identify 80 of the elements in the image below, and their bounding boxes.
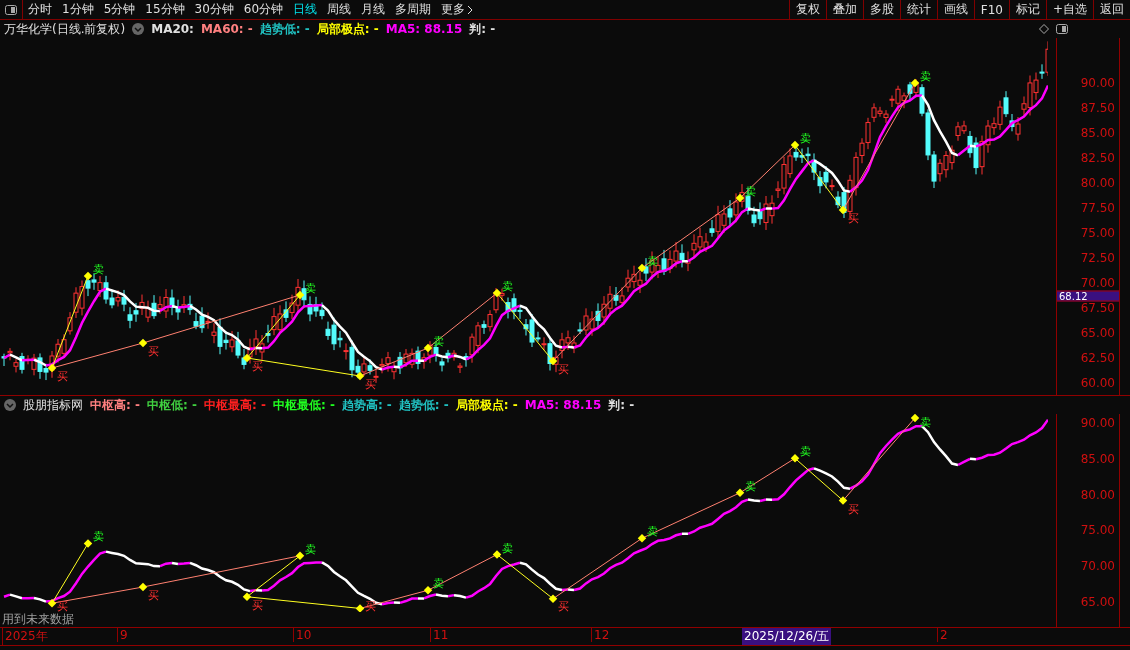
date-axis-label: 12 — [591, 628, 610, 642]
legend-value: MA5: 88.15 — [524, 398, 602, 412]
legend-value: MA20: — [151, 22, 194, 36]
legend-value: 中枢最高: - — [203, 396, 266, 414]
signal-label: 买 — [848, 502, 859, 516]
period-tab[interactable]: 15分钟 — [140, 0, 190, 19]
date-axis-label: 2 — [937, 628, 948, 642]
price-axis-label: 72.50 — [1080, 251, 1115, 265]
price-axis-label: 85.00 — [1080, 126, 1115, 140]
signal-label: 买 — [148, 589, 159, 602]
legend-value: MA60: - — [200, 22, 253, 36]
indicator-axis-label: 90.00 — [1080, 416, 1115, 430]
signal-label: 卖 — [920, 70, 931, 83]
period-tab[interactable]: 分时 — [23, 0, 57, 19]
legend-value: 局部极点: - — [316, 20, 379, 38]
legend-value: 中枢高: - — [90, 396, 140, 414]
indicator-title: 股朋指标网 — [23, 396, 83, 414]
indicator-axis-label: 75.00 — [1080, 523, 1115, 538]
period-tab[interactable]: 60分钟 — [238, 0, 289, 19]
signal-label: 卖 — [433, 335, 444, 348]
signal-label: 卖 — [647, 255, 658, 268]
signal-label: 卖 — [800, 445, 811, 459]
signal-label: 买 — [558, 363, 569, 376]
legend-value: 判: - — [608, 396, 635, 414]
period-tab[interactable]: 1分钟 — [57, 0, 99, 19]
signal-label: 卖 — [920, 416, 931, 429]
signal-label: 买 — [848, 212, 859, 225]
price-axis-label: 65.00 — [1080, 326, 1115, 340]
price-axis-label: 82.50 — [1080, 151, 1115, 165]
period-tab[interactable]: 5分钟 — [98, 0, 141, 19]
signal-label: 买 — [365, 378, 376, 391]
price-axis-label: 62.50 — [1080, 351, 1115, 365]
indicator-axis-label: 80.00 — [1080, 487, 1115, 502]
price-axis-label: 60.00 — [1080, 376, 1115, 390]
legend-value: MA5: 88.15 — [385, 22, 463, 36]
signal-label: 卖 — [502, 541, 513, 555]
price-axis-label: 75.00 — [1080, 226, 1115, 240]
signal-label: 买 — [148, 345, 159, 358]
legend-value: 中枢低: - — [146, 396, 197, 414]
indicator-axis-label: 85.00 — [1080, 451, 1115, 466]
cursor-date-label: 2025/12/26/五 — [742, 628, 832, 645]
legend-value: 趋势低: - — [398, 396, 449, 414]
legend-value: 判: - — [469, 20, 496, 38]
signal-label: 卖 — [93, 263, 104, 276]
indicator-axis-label: 65.00 — [1080, 595, 1115, 609]
signal-label: 卖 — [745, 185, 756, 198]
current-price-tag: 68.12 — [1057, 290, 1119, 301]
price-axis-label: 90.00 — [1080, 76, 1115, 90]
signal-label: 卖 — [305, 282, 316, 295]
signal-label: 卖 — [93, 530, 104, 544]
price-axis-label: 80.00 — [1080, 176, 1115, 190]
signal-label: 买 — [57, 370, 68, 383]
date-axis-label: 2025年 — [2, 628, 48, 645]
signal-label: 买 — [558, 600, 569, 612]
signal-label: 卖 — [305, 542, 316, 556]
signal-label: 买 — [57, 600, 68, 612]
period-tab[interactable]: 周线 — [322, 0, 357, 19]
indicator-axis-label: 70.00 — [1080, 559, 1115, 574]
legend-value: 趋势高: - — [341, 396, 392, 414]
period-tab[interactable]: 月线 — [356, 0, 391, 19]
period-tab[interactable]: 更多 — [436, 0, 479, 19]
period-tab[interactable]: 日线 — [288, 0, 323, 19]
period-tab[interactable]: 30分钟 — [189, 0, 239, 19]
date-axis-label: 11 — [430, 628, 449, 642]
signal-label: 买 — [252, 598, 263, 612]
warning-note: 用到未来数据 — [2, 612, 74, 627]
price-axis-label: 67.50 — [1080, 301, 1115, 315]
signal-label: 卖 — [800, 132, 811, 145]
signal-label: 卖 — [502, 280, 513, 293]
price-axis-label: 70.00 — [1080, 276, 1115, 290]
date-axis-label: 10 — [293, 628, 312, 642]
price-axis-label: 87.50 — [1080, 101, 1115, 115]
date-axis-label: 9 — [117, 628, 128, 642]
legend-value: 局部极点: - — [455, 396, 518, 414]
period-tab[interactable]: 多周期 — [390, 0, 437, 19]
legend-value: 趋势低: - — [259, 20, 310, 38]
legend-value: 中枢最低: - — [272, 396, 335, 414]
price-axis-label: 77.50 — [1080, 201, 1115, 215]
chart-title: 万华化学(日线.前复权) — [4, 20, 126, 38]
signal-label: 买 — [252, 360, 263, 373]
